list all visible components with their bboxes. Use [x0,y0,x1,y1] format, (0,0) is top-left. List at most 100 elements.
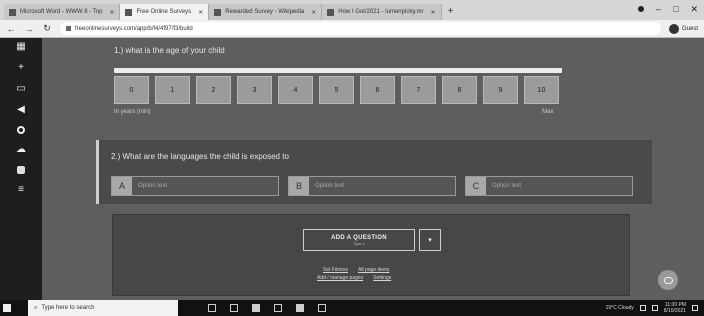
scale-option[interactable]: 6 [360,76,395,104]
scale-option[interactable]: 8 [442,76,477,104]
notifications-icon[interactable] [692,305,698,311]
set-fitness-link[interactable]: Set Fitness [323,267,348,273]
question-2-card[interactable]: 2.) What are the languages the child is … [96,140,652,204]
option-placeholder: Option text [138,183,168,189]
scale-option[interactable]: 2 [196,76,231,104]
browser-tab[interactable]: Rewarded Survey - Wikipedia ✕ [209,4,323,20]
search-placeholder: Type here to search [41,305,95,311]
scale-option[interactable]: 4 [278,76,313,104]
panel-links-row-2: Add / manage pages Settings [317,275,391,281]
database-icon[interactable]: ≡ [15,185,27,195]
scale-option[interactable]: 7 [401,76,436,104]
option-b-field[interactable]: B Option text [288,176,456,196]
url-field[interactable]: freeonlinesurveys.com/app/b/f4/4f97/f3/b… [60,22,661,35]
close-tab-icon[interactable]: ✕ [311,9,316,16]
new-tab-button[interactable]: + [442,4,460,20]
settings-link[interactable]: Settings [373,275,391,281]
file-explorer-icon[interactable] [230,304,238,312]
close-window-icon[interactable]: ✕ [690,4,698,15]
scale-option[interactable]: 10 [524,76,559,104]
lock-icon [66,26,71,31]
plus-icon[interactable]: + [15,63,27,73]
chat-button[interactable] [658,270,678,290]
grid-icon[interactable]: ▦ [15,42,27,52]
avatar [668,23,679,34]
clock[interactable]: 11:00 PM 8/10/2021 [664,302,686,314]
scale-option[interactable]: 9 [483,76,518,104]
add-question-sublabel: Type 1 [352,240,365,246]
account-icon[interactable] [638,6,644,12]
add-question-button[interactable]: ADD A QUESTION Type 1 [303,229,415,251]
settings-icon[interactable] [318,304,326,312]
pinned-apps [208,304,326,312]
option-letter: B [289,177,309,195]
option-c-field[interactable]: C Option text [465,176,633,196]
address-bar: ← → ↻ freeonlinesurveys.com/app/b/f4/4f9… [0,20,704,38]
profile-button[interactable]: Guest [668,23,698,34]
mail-icon[interactable] [274,304,282,312]
maximize-icon[interactable]: □ [673,4,678,15]
reload-icon[interactable]: ↻ [42,23,52,34]
browser-tab-active[interactable]: Free Online Surveys ✕ [120,4,210,20]
word-icon [9,8,16,16]
scale-min-label[interactable]: In years (min) [114,109,151,115]
eye-icon[interactable] [17,126,25,134]
question-2-title[interactable]: 2.) What are the languages the child is … [111,152,289,161]
back-icon[interactable]: ← [6,24,16,34]
chat-icon [663,276,673,284]
question-1-slider-track[interactable] [114,68,562,73]
scale-option[interactable]: 5 [319,76,354,104]
option-letter: A [112,177,132,195]
browser-tab-strip: Microsoft Word - WWW 8 - Top ✕ Free Onli… [0,0,704,20]
os-taskbar: ⌕ Type here to search 19°C Cloudy 11:00 … [0,300,704,316]
wikipedia-icon [214,8,222,16]
search-icon: ⌕ [34,304,38,311]
browser-tab[interactable]: Microsoft Word - WWW 8 - Top ✕ [4,4,121,20]
question-1-title[interactable]: 1.) what is the age of your child [114,46,225,55]
minimize-icon[interactable]: – [656,4,661,15]
task-view-icon[interactable] [208,304,216,312]
scale-max-label[interactable]: Max [542,109,553,115]
survey-editor: 1.) what is the age of your child 0 1 2 … [42,38,704,300]
megaphone-icon[interactable]: ◀ [15,105,27,115]
close-tab-icon[interactable]: ✕ [431,9,436,16]
close-tab-icon[interactable]: ✕ [198,9,203,16]
browser-tab[interactable]: How I Got/2021 - lumenpicky.mr ✕ [322,4,442,20]
volume-icon[interactable] [651,305,658,311]
close-tab-icon[interactable]: ✕ [109,9,114,16]
manage-pages-link[interactable]: Add / manage pages [317,275,363,281]
start-button[interactable] [0,300,14,316]
windows-icon [3,304,11,312]
tab-label: Rewarded Survey - Wikipedia [225,9,305,15]
forward-icon[interactable]: → [24,24,34,34]
date-text: 8/10/2021 [663,308,686,314]
question-1-scale: 0 1 2 3 4 5 6 7 8 9 10 [114,76,559,104]
panel-links-row-1: Set Fitness All page items [323,267,389,273]
survey-icon [125,8,133,16]
option-placeholder: Option text [492,183,522,189]
taskbar-search[interactable]: ⌕ Type here to search [28,300,178,316]
cloud-icon[interactable]: ☁ [15,145,27,155]
app-sidebar: ▦ + ▭ ◀ ☁ ≡ [0,38,42,300]
chrome-icon[interactable] [296,304,304,312]
profile-label: Guest [681,25,698,32]
folder-icon[interactable]: ▭ [15,84,27,94]
briefcase-icon[interactable] [17,166,25,174]
option-a-field[interactable]: A Option text [111,176,279,196]
tab-label: Free Online Surveys [136,9,192,15]
scale-option[interactable]: 3 [237,76,272,104]
page-icon [327,8,335,16]
question-type-dropdown[interactable]: ▾ [419,229,441,251]
store-icon[interactable] [252,304,260,312]
url-text: freeonlinesurveys.com/app/b/f4/4f97/f3/b… [75,25,193,32]
network-icon[interactable] [639,305,646,311]
all-page-items-link[interactable]: All page items [358,267,389,273]
scale-option[interactable]: 1 [155,76,190,104]
scale-option[interactable]: 0 [114,76,149,104]
window-controls: – □ ✕ [638,4,698,15]
tab-label: Microsoft Word - WWW 8 - Top [20,9,103,15]
option-letter: C [466,177,486,195]
add-question-panel: ADD A QUESTION Type 1 ▾ Set Fitness All … [112,214,630,296]
option-placeholder: Option text [315,183,345,189]
weather-text[interactable]: 19°C Cloudy [606,305,634,311]
